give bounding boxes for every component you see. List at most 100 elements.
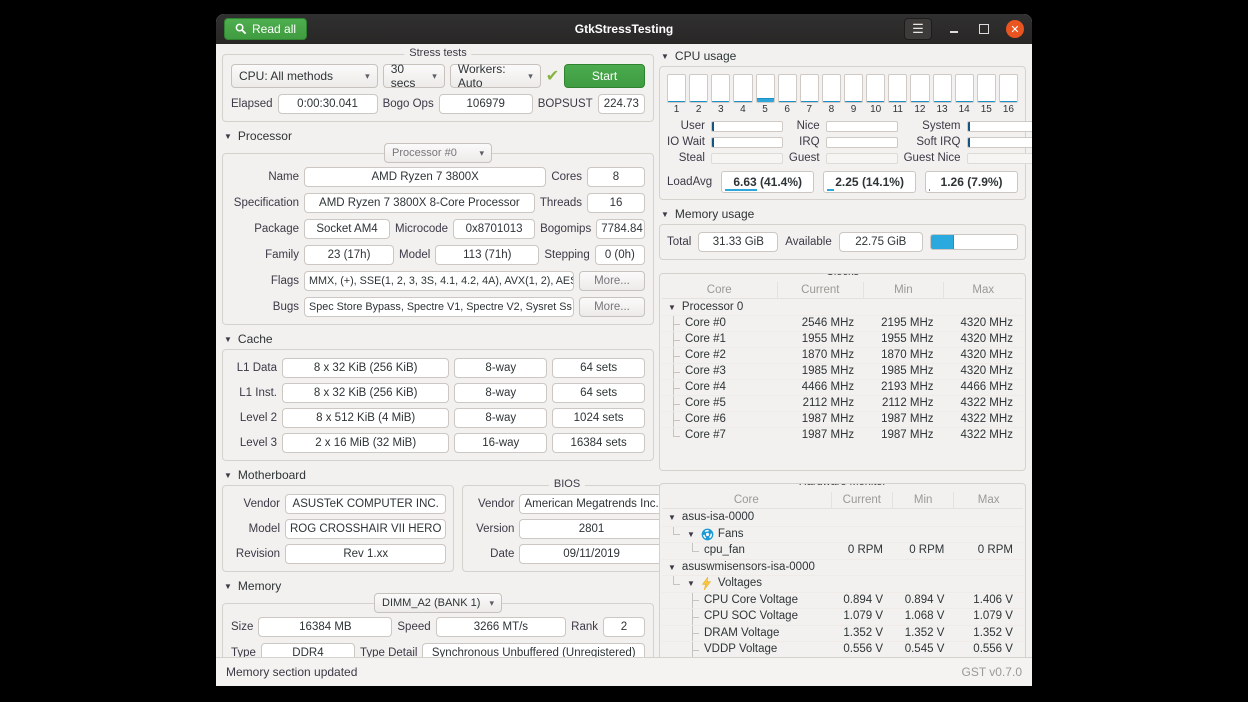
hamburger-menu-button[interactable]: ☰ bbox=[904, 18, 932, 40]
memory-expander[interactable]: ▼ Memory bbox=[224, 579, 654, 593]
dimm-size-value[interactable]: 16384 MB bbox=[258, 617, 392, 637]
memory-available-value[interactable]: 22.75 GiB bbox=[839, 232, 923, 252]
tree-connector bbox=[666, 396, 681, 411]
close-button[interactable]: ✕ bbox=[1006, 20, 1024, 38]
dimm-rank-value[interactable]: 2 bbox=[603, 617, 645, 637]
level2-size[interactable]: 8 x 512 KiB (4 MiB) bbox=[282, 408, 449, 428]
memory-usage-expander[interactable]: ▼ Memory usage bbox=[661, 207, 1026, 221]
tree-row-cpu-core-voltage[interactable]: CPU Core Voltage0.894 V0.894 V1.406 V bbox=[662, 592, 1023, 609]
expander-triangle-icon[interactable]: ▼ bbox=[685, 527, 697, 543]
loadavg-value-1[interactable]: 6.63 (41.4%) bbox=[721, 171, 814, 193]
tree-row-core-4[interactable]: Core #44466 MHz2193 MHz4466 MHz bbox=[662, 379, 1023, 395]
l1-inst-ways[interactable]: 8-way bbox=[454, 383, 547, 403]
start-button[interactable]: Start bbox=[564, 64, 645, 88]
cpu-name-value[interactable]: AMD Ryzen 7 3800X bbox=[304, 167, 546, 187]
elapsed-value[interactable]: 0:00:30.041 bbox=[278, 94, 378, 114]
tree-row-core-5[interactable]: Core #52112 MHz2112 MHz4322 MHz bbox=[662, 395, 1023, 411]
processor-expander[interactable]: ▼ Processor bbox=[224, 129, 654, 143]
expander-triangle-icon[interactable]: ▼ bbox=[666, 560, 678, 576]
package-value[interactable]: Socket AM4 bbox=[304, 219, 390, 239]
tree-group-asus-isa-0000[interactable]: ▼asus-isa-0000 bbox=[662, 509, 1023, 526]
stress-workers-dropdown[interactable]: Workers: Auto▾ bbox=[450, 64, 541, 88]
minimize-button[interactable] bbox=[946, 21, 962, 37]
cpu-usage-expander[interactable]: ▼ CPU usage bbox=[661, 49, 1026, 63]
model-value[interactable]: 113 (71h) bbox=[435, 245, 539, 265]
flags-more-button[interactable]: More... bbox=[579, 271, 645, 291]
tree-group-processor-0[interactable]: ▼Processor 0 bbox=[662, 299, 1023, 315]
level2-ways[interactable]: 8-way bbox=[454, 408, 547, 428]
bugs-value[interactable]: Spec Store Bypass, Spectre V1, Spectre V… bbox=[304, 297, 574, 317]
stress-tests-legend: Stress tests bbox=[404, 47, 471, 59]
tree-row-vddp-voltage[interactable]: VDDP Voltage0.556 V0.545 V0.556 V bbox=[662, 641, 1023, 657]
loadavg-value-2[interactable]: 2.25 (14.1%) bbox=[823, 171, 916, 193]
microcode-value[interactable]: 0x8701013 bbox=[453, 219, 535, 239]
level3-sets[interactable]: 16384 sets bbox=[552, 433, 645, 453]
bogo-ops-value[interactable]: 106979 bbox=[439, 94, 533, 114]
col-core[interactable]: Core bbox=[662, 492, 832, 509]
col-max[interactable]: Max bbox=[944, 282, 1023, 299]
l1-inst-size[interactable]: 8 x 32 KiB (256 KiB) bbox=[282, 383, 449, 403]
mb-model-value[interactable]: ROG CROSSHAIR VII HERO bbox=[285, 519, 446, 539]
tree-row-dram-voltage[interactable]: DRAM Voltage1.352 V1.352 V1.352 V bbox=[662, 625, 1023, 642]
l1-data-ways[interactable]: 8-way bbox=[454, 358, 547, 378]
level3-ways[interactable]: 16-way bbox=[454, 433, 547, 453]
l1-data-size[interactable]: 8 x 32 KiB (256 KiB) bbox=[282, 358, 449, 378]
expander-triangle-icon[interactable]: ▼ bbox=[685, 576, 697, 592]
level3-size[interactable]: 2 x 16 MiB (32 MiB) bbox=[282, 433, 449, 453]
tree-row-core-1[interactable]: Core #11955 MHz1955 MHz4320 MHz bbox=[662, 331, 1023, 347]
mb-revision-value[interactable]: Rev 1.xx bbox=[285, 544, 446, 564]
cores-value[interactable]: 8 bbox=[587, 167, 645, 187]
bugs-more-button[interactable]: More... bbox=[579, 297, 645, 317]
dimm-speed-value[interactable]: 3266 MT/s bbox=[436, 617, 567, 637]
stress-duration-dropdown[interactable]: 30 secs▾ bbox=[383, 64, 445, 88]
threads-value[interactable]: 16 bbox=[587, 193, 645, 213]
dimm-type-detail-value[interactable]: Synchronous Unbuffered (Unregistered) bbox=[422, 643, 645, 657]
loadavg-value-3[interactable]: 1.26 (7.9%) bbox=[925, 171, 1018, 193]
read-all-button[interactable]: Read all bbox=[224, 18, 307, 40]
processor-selector-dropdown[interactable]: Processor #0▾ bbox=[384, 143, 492, 163]
mb-vendor-value[interactable]: ASUSTeK COMPUTER INC. bbox=[285, 494, 446, 514]
cpu-spec-value[interactable]: AMD Ryzen 7 3800X 8-Core Processor bbox=[304, 193, 535, 213]
stress-method-dropdown[interactable]: CPU: All methods▾ bbox=[231, 64, 378, 88]
tree-row-core-6[interactable]: Core #61987 MHz1987 MHz4322 MHz bbox=[662, 411, 1023, 427]
bogomips-value[interactable]: 7784.84 bbox=[596, 219, 645, 239]
bios-version-value[interactable]: 2801 bbox=[519, 519, 663, 539]
col-max[interactable]: Max bbox=[954, 492, 1023, 509]
col-core[interactable]: Core bbox=[662, 282, 778, 299]
maximize-button[interactable] bbox=[976, 21, 992, 37]
dimm-type-value[interactable]: DDR4 bbox=[261, 643, 355, 657]
stepping-value[interactable]: 0 (0h) bbox=[595, 245, 645, 265]
tree-row-core-2[interactable]: Core #21870 MHz1870 MHz4320 MHz bbox=[662, 347, 1023, 363]
expander-triangle-icon[interactable]: ▼ bbox=[666, 300, 678, 315]
cache-expander[interactable]: ▼ Cache bbox=[224, 332, 654, 346]
tree-row-cpu-fan[interactable]: cpu_fan0 RPM0 RPM0 RPM bbox=[662, 542, 1023, 559]
flags-value[interactable]: MMX, (+), SSE(1, 2, 3, 3S, 4.1, 4.2, 4A)… bbox=[304, 271, 574, 291]
bugs-label: Bugs bbox=[231, 301, 299, 313]
mb-vendor-label: Vendor bbox=[230, 498, 280, 510]
col-min[interactable]: Min bbox=[864, 282, 943, 299]
bios-vendor-value[interactable]: American Megatrends Inc. bbox=[519, 494, 663, 514]
col-min[interactable]: Min bbox=[893, 492, 954, 509]
tree-group-fans[interactable]: ▼Fans bbox=[662, 526, 1023, 543]
memory-total-value[interactable]: 31.33 GiB bbox=[698, 232, 778, 252]
bios-date-value[interactable]: 09/11/2019 bbox=[519, 544, 663, 564]
loadavg-boxes: 6.63 (41.4%) 2.25 (14.1%) 1.26 (7.9%) bbox=[721, 171, 1018, 193]
cpu-core-bar-8: 8 bbox=[822, 74, 841, 115]
tree-group-voltages[interactable]: ▼Voltages bbox=[662, 575, 1023, 592]
tree-row-core-0[interactable]: Core #02546 MHz2195 MHz4320 MHz bbox=[662, 315, 1023, 331]
tree-row-cpu-soc-voltage[interactable]: CPU SOC Voltage1.079 V1.068 V1.079 V bbox=[662, 608, 1023, 625]
level2-sets[interactable]: 1024 sets bbox=[552, 408, 645, 428]
col-current[interactable]: Current bbox=[832, 492, 893, 509]
tree-connector bbox=[666, 428, 681, 443]
bopsust-value[interactable]: 224.73 bbox=[598, 94, 645, 114]
tree-group-asuswmisensors-isa-0000[interactable]: ▼asuswmisensors-isa-0000 bbox=[662, 559, 1023, 576]
l1-inst-sets[interactable]: 64 sets bbox=[552, 383, 645, 403]
l1-data-sets[interactable]: 64 sets bbox=[552, 358, 645, 378]
motherboard-expander[interactable]: ▼ Motherboard bbox=[224, 468, 654, 482]
dimm-selector-dropdown[interactable]: DIMM_A2 (BANK 1)▾ bbox=[374, 593, 502, 613]
col-current[interactable]: Current bbox=[778, 282, 865, 299]
tree-row-core-7[interactable]: Core #71987 MHz1987 MHz4322 MHz bbox=[662, 427, 1023, 443]
family-value[interactable]: 23 (17h) bbox=[304, 245, 394, 265]
expander-triangle-icon[interactable]: ▼ bbox=[666, 510, 678, 526]
tree-row-core-3[interactable]: Core #31985 MHz1985 MHz4320 MHz bbox=[662, 363, 1023, 379]
